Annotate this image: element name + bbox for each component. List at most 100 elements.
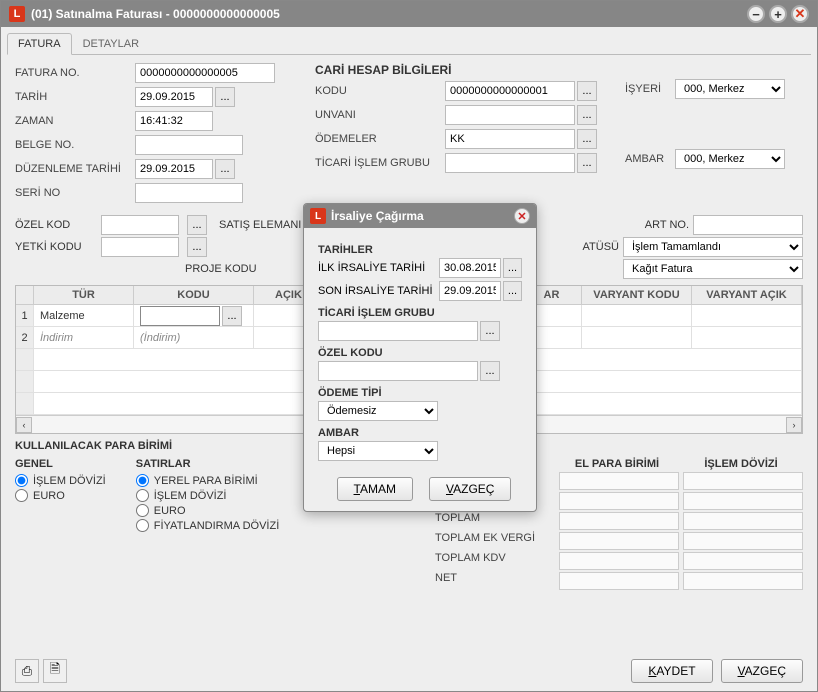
- modal-ambar-label: AMBAR: [318, 427, 522, 439]
- zaman-label: ZAMAN: [15, 115, 135, 127]
- proje-kodu-label: PROJE KODU: [185, 263, 257, 275]
- tig-label: TİCARİ İŞLEM GRUBU: [315, 157, 445, 169]
- col-varyant-kodu[interactable]: VARYANT KODU: [582, 286, 692, 304]
- ozel-kod-lookup-button[interactable]: ...: [187, 215, 207, 235]
- satirlar-radio-fiyat[interactable]: FİYATLANDIRMA DÖVİZİ: [136, 519, 280, 532]
- duz-tarih-input[interactable]: [135, 159, 213, 179]
- ilk-irsaliye-label: İLK İRSALİYE TARİHİ: [318, 262, 439, 274]
- unvani-input[interactable]: [445, 105, 575, 125]
- tig-lookup-button[interactable]: ...: [577, 153, 597, 173]
- satis-elemani-label: SATIŞ ELEMANI: [219, 219, 301, 231]
- modal-odeme-tipi-select[interactable]: Ödemesiz: [318, 401, 438, 421]
- tab-detaylar[interactable]: DETAYLAR: [72, 33, 150, 54]
- row1-kodu-lookup-button[interactable]: ...: [222, 306, 242, 326]
- total-net-1: [559, 572, 679, 590]
- duz-tarih-label: DÜZENLEME TARİHİ: [15, 163, 135, 175]
- col-varyant-acik[interactable]: VARYANT AÇIK: [692, 286, 802, 304]
- odemeler-input[interactable]: [445, 129, 575, 149]
- genel-radio-islem-dovizi[interactable]: İŞLEM DÖVİZİ: [15, 474, 106, 487]
- genel-label: GENEL: [15, 458, 106, 470]
- yetki-kodu-lookup-button[interactable]: ...: [187, 237, 207, 257]
- modal-vazgec-button[interactable]: VAZGEÇ: [429, 477, 511, 501]
- tabs: FATURA DETAYLAR: [7, 33, 811, 55]
- isyeri-label: İŞYERİ: [625, 83, 675, 95]
- total-indirim-2: [683, 492, 803, 510]
- belge-no-input[interactable]: [135, 135, 243, 155]
- zaman-input[interactable]: [135, 111, 213, 131]
- yetki-kodu-input[interactable]: [101, 237, 179, 257]
- tab-fatura[interactable]: FATURA: [7, 33, 72, 55]
- modal-ambar-select[interactable]: Hepsi: [318, 441, 438, 461]
- duz-tarih-picker-button[interactable]: ...: [215, 159, 235, 179]
- odemeler-lookup-button[interactable]: ...: [577, 129, 597, 149]
- kodu-input[interactable]: [445, 81, 575, 101]
- modal-tig-lookup-button[interactable]: ...: [480, 321, 500, 341]
- genel-radio-euro[interactable]: EURO: [15, 489, 106, 502]
- totals-head2: İŞLEM DÖVİZİ: [679, 458, 803, 470]
- window-title: (01) Satınalma Faturası - 00000000000000…: [31, 7, 280, 21]
- document-icon[interactable]: 🗎: [43, 659, 67, 683]
- maximize-button[interactable]: +: [769, 5, 787, 23]
- statusu-select[interactable]: İşlem Tamamlandı: [623, 237, 803, 257]
- satirlar-radio-yerel[interactable]: YEREL PARA BİRİMİ: [136, 474, 280, 487]
- kodu-lookup-button[interactable]: ...: [577, 81, 597, 101]
- belge-no-label: BELGE NO.: [15, 139, 135, 151]
- statusu-label: ATÜSÜ: [583, 241, 619, 253]
- ozel-kod-input[interactable]: [101, 215, 179, 235]
- bottom-bar: ⎙ 🗎 KAYDET VAZGEÇ: [15, 659, 803, 683]
- modal-tamam-button[interactable]: TAMAM: [337, 477, 413, 501]
- col-kodu[interactable]: KODU: [134, 286, 254, 304]
- artno-label: ART NO.: [645, 219, 689, 231]
- total-2: [683, 512, 803, 530]
- tarih-input[interactable]: [135, 87, 213, 107]
- modal-odeme-tipi-label: ÖDEME TİPİ: [318, 387, 522, 399]
- tig-input[interactable]: [445, 153, 575, 173]
- modal-tig-label: TİCARİ İŞLEM GRUBU: [318, 307, 522, 319]
- irsaliye-modal: L İrsaliye Çağırma ✕ TARİHLER İLK İRSALİ…: [303, 203, 537, 512]
- modal-ozel-label: ÖZEL KODU: [318, 347, 522, 359]
- satirlar-label: SATIRLAR: [136, 458, 280, 470]
- isyeri-select[interactable]: 000, Merkez: [675, 79, 785, 99]
- fatura-no-label: FATURA NO.: [15, 67, 135, 79]
- modal-ozel-lookup-button[interactable]: ...: [480, 361, 500, 381]
- artno-input[interactable]: [693, 215, 803, 235]
- modal-app-icon: L: [310, 208, 326, 224]
- modal-tig-input[interactable]: [318, 321, 478, 341]
- ilk-irsaliye-input[interactable]: [439, 258, 501, 278]
- app-icon: L: [9, 6, 25, 22]
- scroll-right-icon[interactable]: ›: [786, 417, 802, 433]
- print-icon[interactable]: ⎙: [15, 659, 39, 683]
- satirlar-radio-euro[interactable]: EURO: [136, 504, 280, 517]
- fatura-tipi-select[interactable]: Kağıt Fatura: [623, 259, 803, 279]
- fatura-no-input[interactable]: [135, 63, 275, 83]
- total-kdv-1: [559, 552, 679, 570]
- close-button[interactable]: ✕: [791, 5, 809, 23]
- col-tur[interactable]: TÜR: [34, 286, 134, 304]
- modal-ozel-input[interactable]: [318, 361, 478, 381]
- son-irsaliye-label: SON İRSALİYE TARİHİ: [318, 285, 439, 297]
- cari-hesap-title: CARİ HESAP BİLGİLERİ: [315, 63, 605, 77]
- ilk-irsaliye-picker-button[interactable]: ...: [503, 258, 522, 278]
- son-irsaliye-picker-button[interactable]: ...: [503, 281, 522, 301]
- total-masraf-1: [559, 472, 679, 490]
- unvani-lookup-button[interactable]: ...: [577, 105, 597, 125]
- total-ekvergi-2: [683, 532, 803, 550]
- tarih-picker-button[interactable]: ...: [215, 87, 235, 107]
- seri-no-input[interactable]: [135, 183, 243, 203]
- total-net-2: [683, 572, 803, 590]
- son-irsaliye-input[interactable]: [439, 281, 501, 301]
- total-1: [559, 512, 679, 530]
- kaydet-button[interactable]: KAYDET: [631, 659, 712, 683]
- kodu-label: KODU: [315, 85, 445, 97]
- row1-kodu-input[interactable]: [140, 306, 220, 326]
- unvani-label: UNVANI: [315, 109, 445, 121]
- minimize-button[interactable]: −: [747, 5, 765, 23]
- ambar-select[interactable]: 000, Merkez: [675, 149, 785, 169]
- modal-close-button[interactable]: ✕: [514, 208, 530, 224]
- totals-head1: EL PARA BİRİMİ: [555, 458, 679, 470]
- scroll-left-icon[interactable]: ‹: [16, 417, 32, 433]
- satirlar-radio-islem[interactable]: İŞLEM DÖVİZİ: [136, 489, 280, 502]
- vazgec-button[interactable]: VAZGEÇ: [721, 659, 803, 683]
- titlebar: L (01) Satınalma Faturası - 000000000000…: [1, 1, 817, 27]
- tarihler-label: TARİHLER: [318, 244, 522, 256]
